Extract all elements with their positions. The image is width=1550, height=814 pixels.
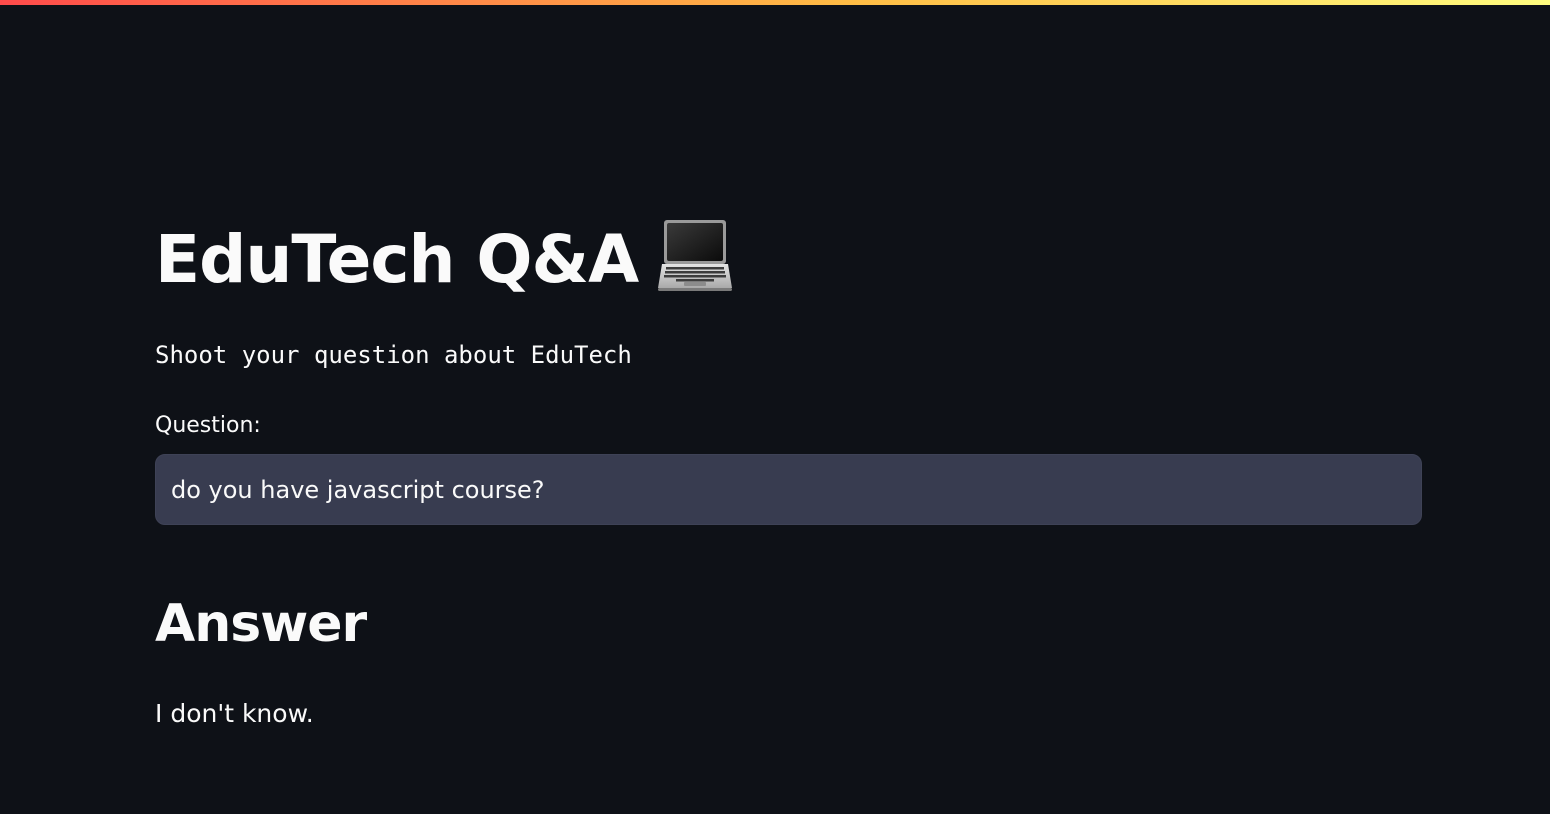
page-subtitle: Shoot your question about EduTech bbox=[155, 341, 632, 369]
question-input[interactable] bbox=[155, 454, 1422, 525]
answer-heading: Answer bbox=[155, 594, 367, 654]
page-title-row: EduTech Q&A bbox=[155, 212, 734, 308]
answer-text: I don't know. bbox=[155, 699, 314, 728]
laptop-icon bbox=[656, 214, 734, 294]
page-title: EduTech Q&A bbox=[155, 221, 639, 298]
question-label: Question: bbox=[155, 413, 261, 438]
top-decoration-bar bbox=[0, 0, 1550, 5]
